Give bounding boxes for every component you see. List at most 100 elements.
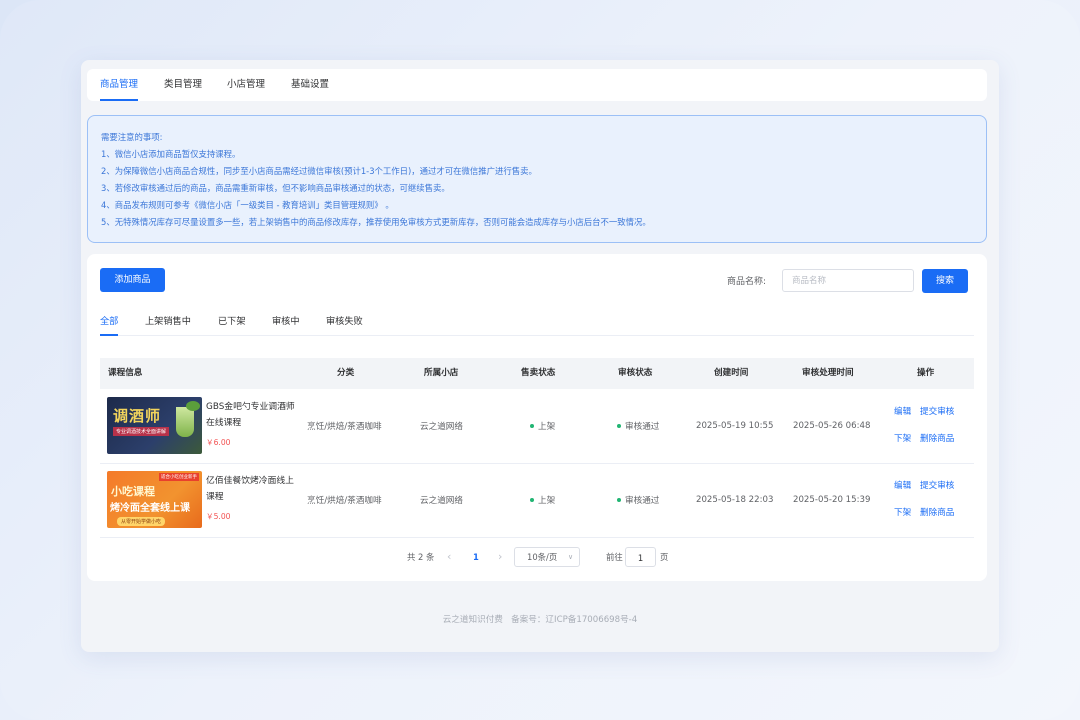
category-text: 烹饪/烘焙/茶酒咖啡 (307, 496, 382, 506)
take-down-link[interactable]: 下架 (894, 432, 911, 444)
shop-text: 云之道网络 (420, 496, 463, 506)
header-created-time: 创建时间 (714, 368, 749, 378)
sale-status-cell: 上架 (530, 389, 555, 463)
thumb-title: 小吃课程 (111, 485, 155, 498)
course-title[interactable]: 亿佰佳餐饮烤冷面线上课程 (206, 473, 298, 505)
prev-page-icon[interactable]: ‹ (447, 547, 451, 567)
delete-product-link[interactable]: 删除商品 (920, 506, 954, 518)
delete-product-link[interactable]: 删除商品 (920, 432, 954, 444)
sale-status-text: 上架 (538, 496, 556, 506)
table-row: 适合小吃创业新手 小吃课程 烤冷面全套线上课 从零开始学做小吃 亿佰佳餐饮烤冷面… (100, 463, 974, 538)
created-time-text: 2025-05-18 22:03 (696, 495, 774, 505)
course-price: ￥6.00 (206, 438, 231, 447)
header-sale-status: 售卖状态 (521, 368, 556, 378)
thumb-title: 调酒师 (113, 407, 162, 425)
thumb-title-2: 烤冷面全套线上课 (110, 503, 190, 514)
audit-time-cell: 2025-05-26 06:48 (793, 389, 870, 463)
header-audit-status: 审核状态 (618, 368, 653, 378)
tab-off-shelf[interactable]: 已下架 (218, 308, 246, 335)
page-number-current[interactable]: 1 (473, 547, 479, 567)
search-input[interactable] (782, 269, 914, 292)
notice-line: 3、若修改审核通过后的商品，商品需重新审核，但不影响商品审核通过的状态，可继续售… (101, 183, 450, 193)
shop-cell: 云之道网络 (420, 389, 463, 463)
notice-line: 1、微信小店添加商品暂仅支持课程。 (101, 149, 241, 159)
audit-time-text: 2025-05-26 06:48 (793, 421, 871, 431)
course-title[interactable]: GBS金吧勺专业调酒师在线课程 (206, 399, 298, 431)
course-thumbnail: 适合小吃创业新手 小吃课程 烤冷面全套线上课 从零开始学做小吃 (107, 471, 202, 528)
total-count: 共 2 条 (407, 552, 435, 562)
submit-review-link[interactable]: 提交审核 (920, 405, 954, 417)
audit-status-cell: 审核通过 (617, 389, 659, 463)
header-audit-time: 审核处理时间 (802, 368, 854, 378)
category-text: 烹饪/烘焙/茶酒咖啡 (307, 422, 382, 432)
product-panel: 添加商品 商品名称: 搜索 全部 上架销售中 已下架 审核中 审核失败 课程信息… (87, 254, 987, 581)
take-down-link[interactable]: 下架 (894, 506, 911, 518)
header-shop: 所属小店 (424, 368, 459, 378)
tab-reviewing[interactable]: 审核中 (272, 308, 300, 335)
page-size-value: 10条/页 (527, 552, 558, 562)
course-thumbnail: 调酒师 专业调酒技术全面讲解 (107, 397, 202, 454)
top-navigation: 商品管理 类目管理 小店管理 基础设置 (87, 69, 987, 101)
chevron-down-icon: ∨ (568, 553, 574, 561)
header-course-info: 课程信息 (108, 368, 143, 378)
status-dot-icon (530, 424, 534, 428)
shop-text: 云之道网络 (420, 422, 463, 432)
header-category: 分类 (337, 368, 355, 378)
status-dot-icon (530, 498, 534, 502)
row-actions: 编辑 提交审核 下架 删除商品 (894, 389, 974, 463)
footer-text: 云之道知识付费 备案号：辽ICP备17006698号-4 (442, 615, 638, 625)
tab-review-failed[interactable]: 审核失败 (326, 308, 363, 335)
audit-time-text: 2025-05-20 15:39 (793, 495, 871, 505)
search-button[interactable]: 搜索 (922, 269, 968, 293)
notice-line: 5、无特殊情况库存可尽量设置多一些，若上架销售中的商品修改库存，推荐使用免审核方… (101, 217, 651, 227)
notice-line: 2、为保障微信小店商品合规性，同步至小店商品需经过微信审核(预计1-3个工作日)… (101, 166, 537, 176)
status-tabs: 全部 上架销售中 已下架 审核中 审核失败 (100, 308, 974, 336)
edit-link[interactable]: 编辑 (894, 479, 911, 491)
sale-status-text: 上架 (538, 422, 556, 432)
notice-box: 需要注意的事项: 1、微信小店添加商品暂仅支持课程。 2、为保障微信小店商品合规… (87, 115, 987, 243)
thumb-subtitle: 专业调酒技术全面讲解 (113, 427, 170, 436)
status-dot-icon (617, 424, 621, 428)
page-size-select[interactable]: 10条/页 ∨ (514, 547, 580, 567)
sale-status-cell: 上架 (530, 463, 555, 537)
thumb-tag: 适合小吃创业新手 (159, 473, 199, 481)
submit-review-link[interactable]: 提交审核 (920, 479, 954, 491)
cocktail-glass-icon (176, 407, 194, 437)
thumb-subtitle: 从零开始学做小吃 (117, 517, 166, 526)
category-cell: 烹饪/烘焙/茶酒咖啡 (307, 389, 382, 463)
audit-status-text: 审核通过 (625, 496, 660, 506)
tab-shop-management[interactable]: 小店管理 (227, 69, 265, 101)
edit-link[interactable]: 编辑 (894, 405, 911, 417)
goto-page-value: 1 (637, 553, 644, 563)
search-label: 商品名称: (727, 277, 767, 287)
tab-all[interactable]: 全部 (100, 308, 119, 336)
tab-on-sale[interactable]: 上架销售中 (145, 308, 191, 335)
audit-time-cell: 2025-05-20 15:39 (793, 463, 870, 537)
category-cell: 烹饪/烘焙/茶酒咖啡 (307, 463, 382, 537)
tab-basic-settings[interactable]: 基础设置 (291, 69, 329, 101)
created-time-cell: 2025-05-18 22:03 (696, 463, 773, 537)
audit-status-text: 审核通过 (625, 422, 660, 432)
main-card: 商品管理 类目管理 小店管理 基础设置 需要注意的事项: 1、微信小店添加商品暂… (81, 60, 999, 652)
goto-label: 前往 (606, 552, 623, 562)
goto-page-input[interactable]: 1 (625, 547, 656, 567)
notice-line: 需要注意的事项: (101, 132, 163, 142)
tab-product-management[interactable]: 商品管理 (100, 69, 139, 101)
audit-status-cell: 审核通过 (617, 463, 659, 537)
notice-line: 4、商品发布规则可参考《微信小店「一级类目 - 教育培训」类目管理规则》 。 (101, 200, 394, 210)
header-actions: 操作 (917, 368, 935, 378)
created-time-cell: 2025-05-19 10:55 (696, 389, 773, 463)
tab-category-management[interactable]: 类目管理 (164, 69, 202, 101)
add-product-button[interactable]: 添加商品 (100, 268, 165, 292)
status-dot-icon (617, 498, 621, 502)
table-row: 调酒师 专业调酒技术全面讲解 GBS金吧勺专业调酒师在线课程 ￥6.00 烹饪/… (100, 389, 974, 464)
created-time-text: 2025-05-19 10:55 (696, 421, 774, 431)
shop-cell: 云之道网络 (420, 463, 463, 537)
table-header: 课程信息 分类 所属小店 售卖状态 审核状态 创建时间 审核处理时间 操作 (100, 358, 974, 389)
leaf-icon (186, 401, 200, 411)
next-page-icon[interactable]: › (498, 547, 502, 567)
course-price: ￥5.00 (206, 512, 231, 521)
row-actions: 编辑 提交审核 下架 删除商品 (894, 463, 974, 537)
pagination: 共 2 条 ‹ 1 › 10条/页 ∨ 前往 1 页 (87, 547, 987, 567)
goto-suffix: 页 (660, 552, 669, 562)
